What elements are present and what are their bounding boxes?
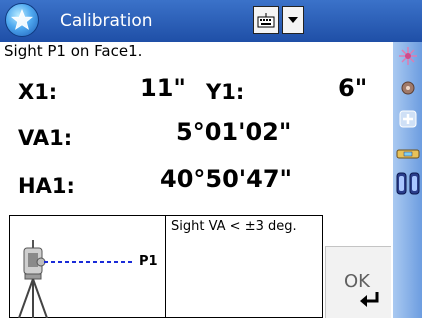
level-button[interactable] (393, 148, 422, 160)
battery-button[interactable] (393, 170, 422, 196)
hint-panel: Sight VA < ±3 deg. (166, 215, 323, 318)
va1-label: VA1: (18, 126, 73, 150)
star-icon (11, 9, 33, 30)
target-button[interactable] (393, 80, 422, 96)
title-bar: Calibration (0, 0, 422, 42)
ok-button[interactable]: OK (325, 246, 391, 318)
laser-pointer-icon (398, 47, 417, 65)
target-label: P1 (139, 254, 158, 269)
sighting-diagram: P1 (9, 215, 166, 318)
sight-line (44, 261, 134, 263)
keyboard-button[interactable] (253, 6, 279, 34)
start-button[interactable] (5, 3, 39, 37)
y1-label: Y1: (206, 80, 245, 104)
instruction-text: Sight P1 on Face1. (4, 42, 143, 60)
chevron-down-icon (288, 17, 298, 23)
level-icon (396, 149, 419, 159)
ha1-value: 40°50'47" (160, 165, 293, 193)
enter-arrow-icon (360, 292, 379, 307)
ha1-label: HA1: (18, 174, 75, 198)
add-button[interactable] (393, 110, 422, 128)
window-title: Calibration (60, 11, 153, 31)
plus-icon (399, 110, 416, 128)
va1-value: 5°01'02" (176, 118, 292, 146)
input-menu-button[interactable] (282, 6, 304, 34)
x1-label: X1: (18, 80, 58, 104)
ok-button-label: OK (344, 271, 370, 292)
total-station-icon (18, 240, 48, 318)
laser-pointer-button[interactable] (393, 46, 422, 66)
battery-icon (396, 172, 419, 195)
keyboard-icon (257, 13, 275, 28)
hint-text: Sight VA < ±3 deg. (171, 219, 297, 234)
x1-value: 11" (140, 74, 186, 102)
y1-value: 6" (338, 74, 368, 102)
calibration-screen: Calibration Sight P1 on Face1. X1: 11" Y… (0, 0, 422, 318)
right-toolbar (393, 42, 422, 318)
target-icon (401, 81, 414, 95)
